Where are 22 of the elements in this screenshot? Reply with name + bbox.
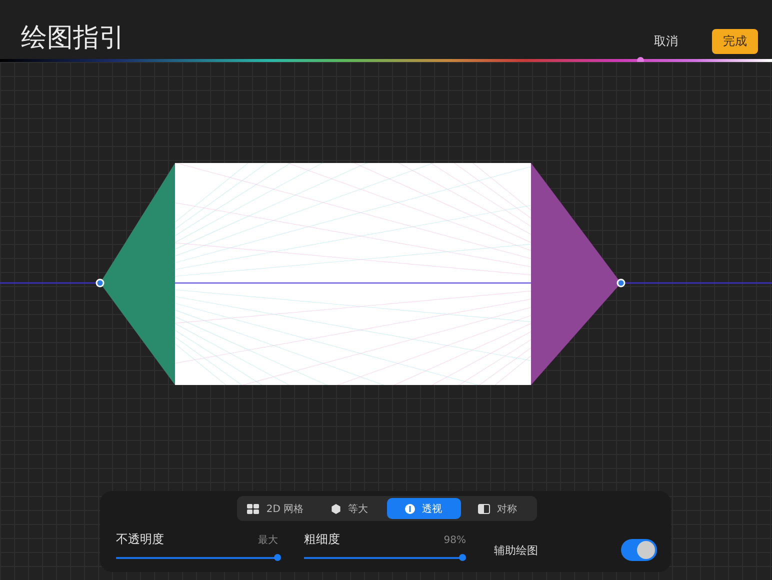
slider-reading: 最大 <box>258 534 278 547</box>
cancel-button[interactable]: 取消 <box>630 29 702 54</box>
slider-label: 粗细度 <box>304 531 340 548</box>
mode-tab[interactable]: 等大 <box>312 498 386 519</box>
page-title: 绘图指引 <box>21 22 125 54</box>
vanishing-point-handle[interactable] <box>616 278 626 288</box>
mode-tab[interactable]: 对称 <box>460 498 534 519</box>
assisted-drawing-label: 辅助绘图 <box>494 542 538 558</box>
slider-thumb[interactable] <box>274 554 281 561</box>
slider-label: 不透明度 <box>116 531 164 548</box>
grid-icon <box>247 504 260 514</box>
perspective-icon <box>405 504 415 514</box>
vanishing-point-handle[interactable] <box>96 278 104 288</box>
slider-thumb[interactable] <box>458 554 466 561</box>
slider-reading: 98% <box>444 535 466 546</box>
color-slider[interactable] <box>0 59 772 62</box>
symmetry-icon <box>478 504 490 514</box>
cube-icon <box>331 504 341 514</box>
mode-tab[interactable]: 2D 网格 <box>238 498 312 519</box>
done-button[interactable]: 完成 <box>712 29 758 54</box>
mode-tab[interactable]: 透视 <box>386 498 460 519</box>
assisted-drawing-toggle[interactable] <box>621 539 657 561</box>
